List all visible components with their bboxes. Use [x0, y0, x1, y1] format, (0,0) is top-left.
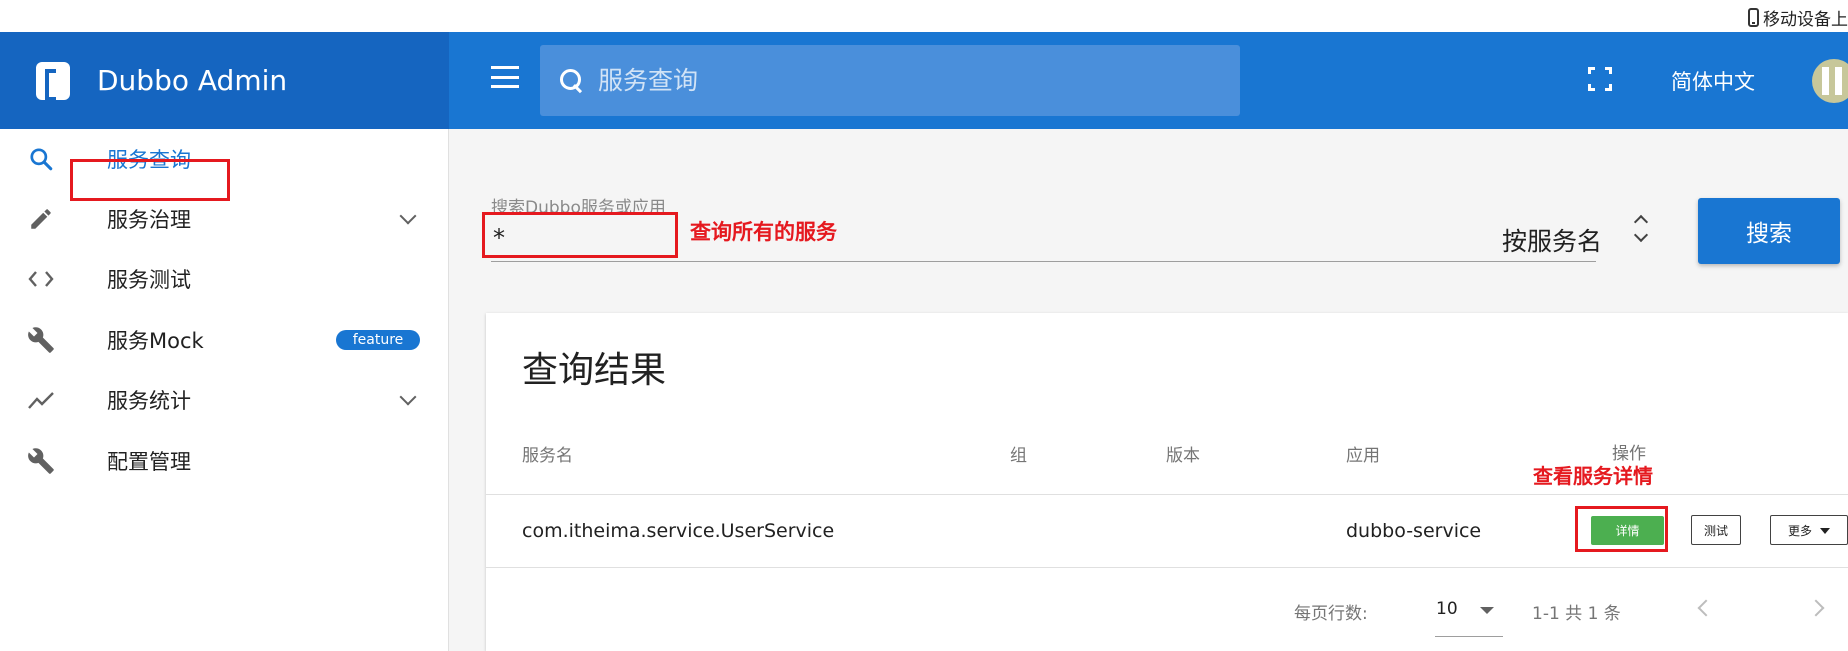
highlight-box: [70, 159, 230, 201]
annotation-view-detail: 查看服务详情: [1533, 464, 1653, 488]
app-bar: 简体中文: [449, 32, 1848, 129]
mobile-hint[interactable]: 移动设备上: [1748, 5, 1848, 30]
wrench-icon: [26, 325, 56, 355]
row-service-name: com.itheima.service.UserService: [522, 520, 835, 542]
sidebar-item-config-management[interactable]: 配置管理: [0, 431, 449, 491]
search-icon: [26, 144, 56, 174]
column-header-service[interactable]: 服务名: [522, 441, 573, 466]
pagination-range: 1-1 共 1 条: [1532, 604, 1621, 624]
sidebar-item-service-mock[interactable]: 服务Mock feature: [0, 310, 449, 370]
column-header-app[interactable]: 应用: [1346, 441, 1380, 466]
global-search-input[interactable]: [598, 66, 1218, 95]
trend-icon: [26, 385, 56, 415]
test-button[interactable]: 测试: [1691, 515, 1741, 545]
caret-down-icon: [1480, 607, 1494, 614]
search-icon: [560, 68, 584, 93]
sidebar-item-service-stats[interactable]: 服务统计: [0, 370, 449, 430]
sidebar-item-label: 服务统计: [107, 389, 191, 413]
prev-page-icon[interactable]: [1690, 593, 1720, 623]
row-divider: [486, 567, 1848, 568]
next-page-icon[interactable]: [1805, 593, 1835, 623]
top-strip: 移动设备上: [0, 0, 1848, 32]
search-field-underline: [491, 261, 1596, 262]
brand-title[interactable]: Dubbo Admin: [97, 64, 287, 97]
column-header-version[interactable]: 版本: [1166, 441, 1200, 466]
rows-per-page-value: 10: [1436, 599, 1458, 619]
sidebar: 服务查询 服务治理 服务测试 服务Mock feature 服务统计 配置管理: [0, 129, 449, 651]
chevron-down-icon[interactable]: [398, 389, 420, 411]
menu-icon[interactable]: [491, 66, 519, 88]
sidebar-item-label: 配置管理: [107, 450, 191, 474]
results-title: 查询结果: [522, 350, 667, 391]
avatar[interactable]: [1812, 59, 1848, 103]
highlight-box: [1575, 506, 1668, 552]
row-application: dubbo-service: [1346, 520, 1482, 542]
sidebar-item-label: 服务Mock: [107, 329, 204, 353]
more-button-label: 更多: [1787, 523, 1812, 538]
more-button[interactable]: 更多: [1770, 515, 1848, 545]
brand-bar: Dubbo Admin: [0, 32, 449, 129]
rows-per-page-label: 每页行数:: [1294, 604, 1368, 624]
chevron-down-icon[interactable]: [398, 208, 420, 230]
row-divider: [486, 494, 1848, 495]
search-mode-select[interactable]: 按服务名: [1502, 222, 1602, 258]
dubbo-logo-icon: [36, 61, 70, 101]
highlight-box: [482, 212, 678, 258]
annotation-query-all: 查询所有的服务: [690, 220, 837, 244]
unfold-icon[interactable]: [1632, 212, 1650, 246]
column-header-group[interactable]: 组: [1010, 441, 1027, 466]
code-icon: [26, 264, 56, 294]
search-button[interactable]: 搜索: [1698, 198, 1840, 264]
fullscreen-icon[interactable]: [1588, 67, 1612, 91]
pencil-icon: [26, 204, 56, 234]
sidebar-item-label: 服务测试: [107, 268, 191, 292]
sidebar-item-service-test[interactable]: 服务测试: [0, 249, 449, 309]
mobile-hint-label: 移动设备上: [1763, 10, 1848, 30]
phone-icon: [1748, 8, 1759, 27]
rows-per-page-select[interactable]: 10: [1435, 599, 1503, 637]
caret-down-icon: [1820, 528, 1830, 534]
global-search[interactable]: [540, 45, 1240, 116]
language-switch[interactable]: 简体中文: [1671, 66, 1755, 96]
wrench-icon: [26, 446, 56, 476]
sidebar-item-label: 服务治理: [107, 208, 191, 232]
feature-badge: feature: [336, 330, 420, 350]
